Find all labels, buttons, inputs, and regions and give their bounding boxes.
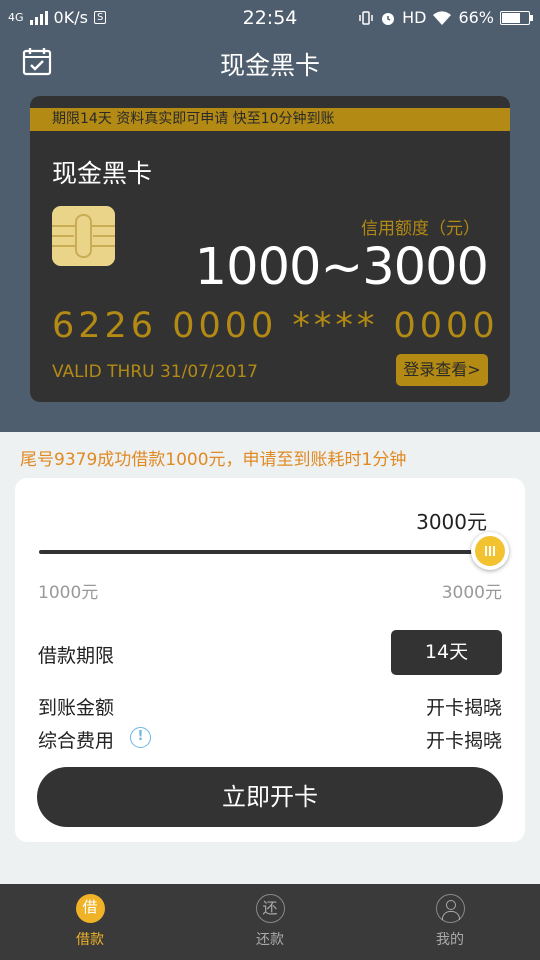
tab-mine[interactable]: 我的 bbox=[390, 894, 510, 949]
nav-bar: 现金黑卡 bbox=[0, 36, 540, 92]
tab-repay-label: 还款 bbox=[256, 932, 284, 948]
term-label: 借款期限 bbox=[38, 645, 115, 667]
hd-indicator: HD bbox=[402, 8, 427, 27]
info-icon[interactable]: ! bbox=[130, 727, 151, 748]
status-right: HD 66% bbox=[358, 8, 533, 27]
loan-notice: 尾号9379成功借款1000元，申请至到账耗时1分钟 bbox=[20, 450, 407, 470]
credit-label: 信用额度（元） bbox=[361, 219, 480, 239]
tab-borrow-label: 借款 bbox=[76, 932, 104, 948]
tab-borrow[interactable]: 借 借款 bbox=[30, 894, 150, 949]
slider-max-label: 3000元 bbox=[441, 583, 502, 603]
tab-repay[interactable]: 还 还款 bbox=[210, 894, 330, 949]
term-selector-button[interactable]: 14天 bbox=[391, 630, 502, 675]
vibrate-icon bbox=[359, 10, 373, 25]
open-card-button[interactable]: 立即开卡 bbox=[37, 767, 503, 827]
page-title: 现金黑卡 bbox=[219, 51, 320, 80]
credit-range: 1000~3000 bbox=[194, 238, 489, 297]
black-card: 期限14天 资料真实即可申请 快至10分钟到账 现金黑卡 信用额度（元） 100… bbox=[30, 96, 510, 402]
user-icon bbox=[435, 894, 465, 923]
borrow-icon: 借 bbox=[75, 894, 105, 923]
battery-icon bbox=[500, 10, 533, 25]
loan-amount-value: 3000元 bbox=[416, 510, 487, 534]
valid-thru: VALID THRU 31/07/2017 bbox=[52, 362, 258, 382]
login-view-button[interactable]: 登录查看> bbox=[396, 354, 488, 386]
slider-grip-icon bbox=[475, 536, 505, 566]
wifi-icon bbox=[433, 10, 452, 25]
bottom-tab-bar: 借 借款 还 还款 我的 bbox=[0, 884, 540, 960]
slider-min-label: 1000元 bbox=[38, 583, 99, 603]
tab-mine-label: 我的 bbox=[436, 932, 464, 948]
loan-panel: 3000元 1000元 3000元 借款期限 14天 到账金额 开卡揭晓 综合费… bbox=[15, 478, 525, 842]
battery-percent: 66% bbox=[458, 8, 494, 27]
status-bar: 4G 0K/s S 22:54 HD 66% bbox=[0, 0, 540, 36]
arrival-value: 开卡揭晓 bbox=[425, 697, 502, 719]
arrival-label: 到账金额 bbox=[38, 697, 115, 719]
alarm-icon bbox=[382, 12, 395, 25]
card-banner: 期限14天 资料真实即可申请 快至10分钟到账 bbox=[30, 108, 510, 131]
card-number: 6226 0000 **** 0000 bbox=[52, 306, 499, 346]
repay-icon: 还 bbox=[255, 894, 285, 923]
amount-slider-thumb[interactable] bbox=[471, 532, 509, 570]
fee-value: 开卡揭晓 bbox=[425, 730, 502, 752]
amount-slider-track[interactable] bbox=[39, 550, 485, 554]
fee-label: 综合费用 bbox=[38, 730, 115, 752]
chip-icon bbox=[52, 206, 115, 266]
card-name: 现金黑卡 bbox=[52, 159, 153, 188]
